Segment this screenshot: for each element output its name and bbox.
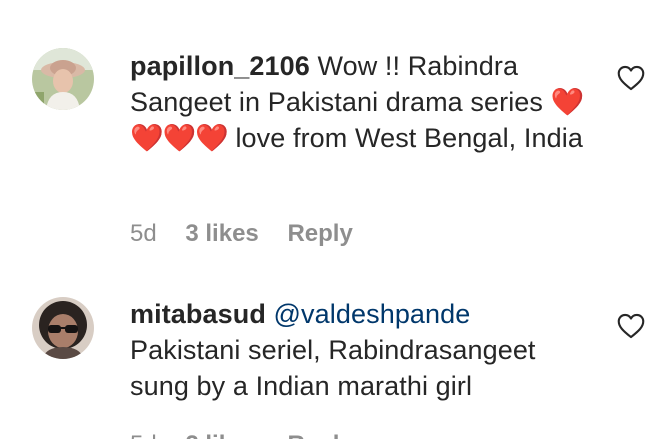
- reply-button[interactable]: Reply: [287, 431, 352, 439]
- comment-item: papillon_2106 Wow !! Rabindra Sangeet in…: [0, 0, 660, 270]
- comment-body: papillon_2106 Wow !! Rabindra Sangeet in…: [130, 48, 590, 156]
- heart-outline-icon[interactable]: [617, 65, 645, 91]
- comment-text: Pakistani seriel, Rabindrasangeet sung b…: [130, 335, 536, 401]
- comment-meta: 5d 2 likes Reply: [130, 430, 375, 439]
- mention-link[interactable]: @valdeshpande: [274, 299, 471, 329]
- comment-username[interactable]: papillon_2106: [130, 51, 310, 81]
- user-avatar-photo-icon: [32, 48, 94, 110]
- comments-list: papillon_2106 Wow !! Rabindra Sangeet in…: [0, 0, 660, 439]
- comment-username[interactable]: mitabasud: [130, 299, 266, 329]
- reply-button[interactable]: Reply: [287, 220, 352, 247]
- avatar[interactable]: [32, 297, 94, 359]
- user-avatar-photo-icon: [32, 297, 94, 359]
- comment-meta: 5d 3 likes Reply: [130, 219, 375, 249]
- avatar[interactable]: [32, 48, 94, 110]
- comment-time: 5d: [130, 220, 157, 247]
- comment-body: mitabasud @valdeshpande Pakistani seriel…: [130, 296, 590, 404]
- comment-likes[interactable]: 3 likes: [185, 220, 258, 247]
- heart-outline-icon[interactable]: [617, 313, 645, 339]
- comment-likes[interactable]: 2 likes: [185, 431, 258, 439]
- comment-item: mitabasud @valdeshpande Pakistani seriel…: [0, 270, 660, 439]
- comment-time: 5d: [130, 431, 157, 439]
- comment-text-tail: love from West Bengal, India: [227, 123, 583, 153]
